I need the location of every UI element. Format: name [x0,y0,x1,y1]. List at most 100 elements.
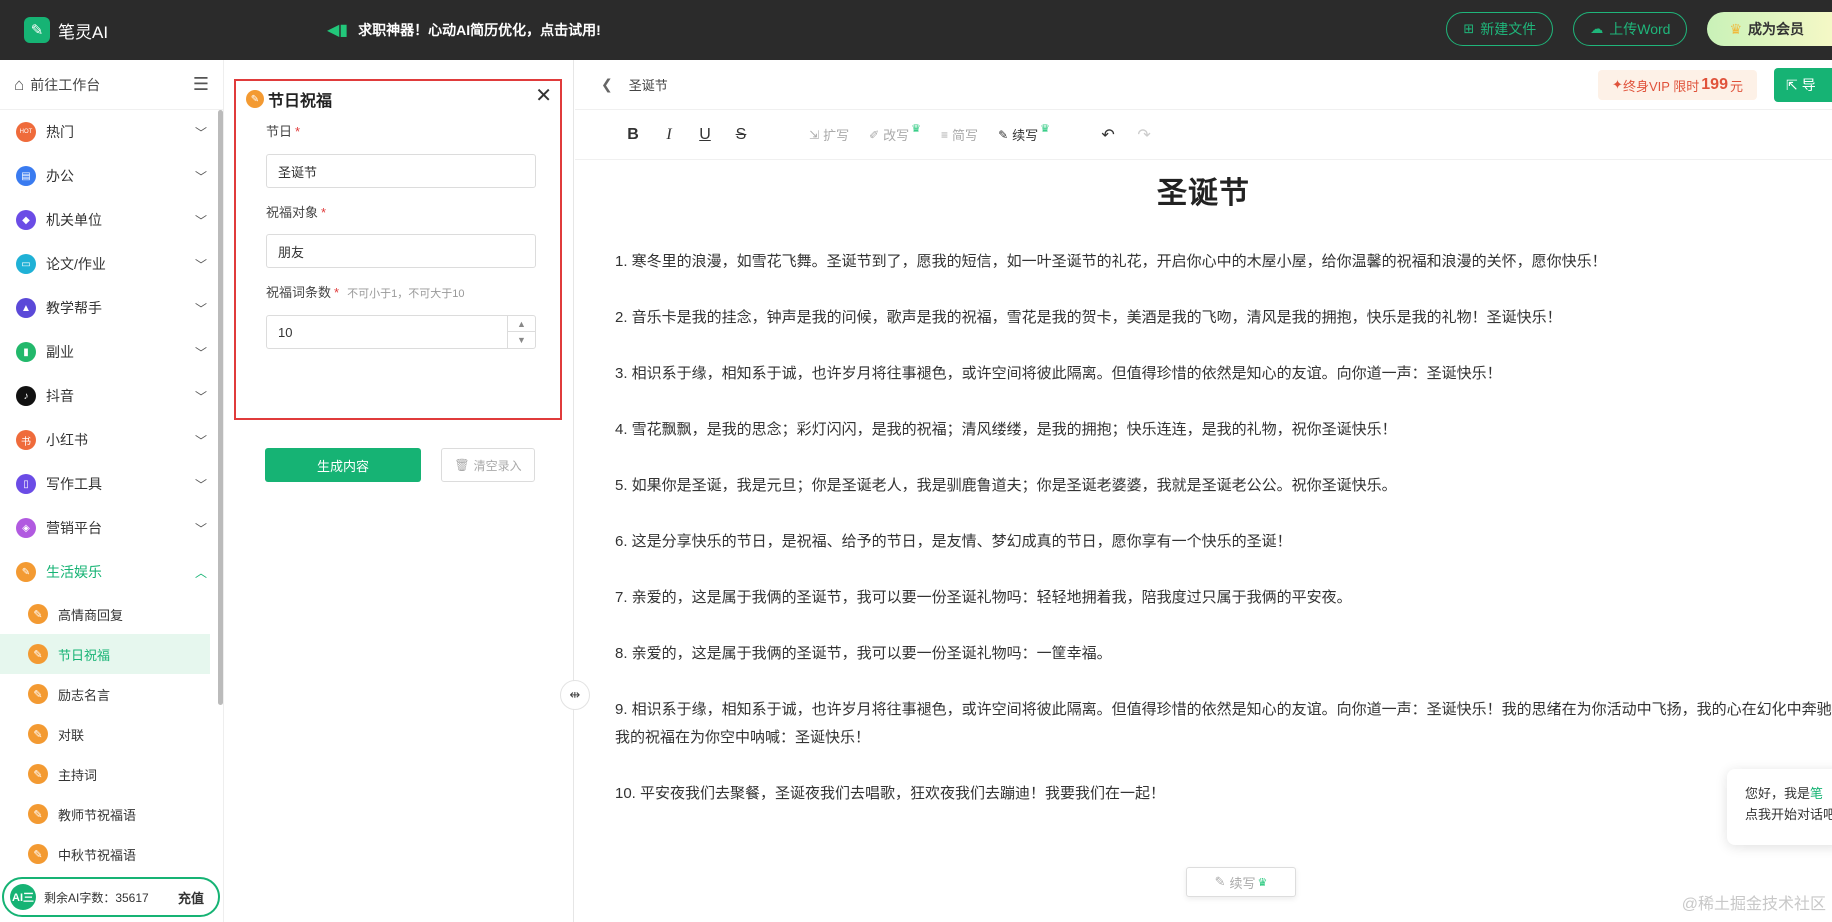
document-body[interactable]: 1. 寒冬里的浪漫，如雪花飞舞。圣诞节到了，愿我的短信，如一叶圣诞节的礼花，开启… [575,248,1832,808]
sidebar-subitem[interactable]: ✎ 教师节祝福语 [0,794,210,834]
sidebar-item-label: 机关单位 [46,212,102,228]
panel-resize-handle[interactable]: ⇹ [560,680,590,710]
close-icon[interactable]: ✕ [535,83,552,108]
sidebar-subitem[interactable]: ✎ 励志名言 [0,674,210,714]
document-heading[interactable]: 圣诞节 [575,168,1832,212]
document-title[interactable]: 圣诞节 [629,75,668,94]
sidebar-item[interactable]: ♪ 抖音 ﹀ [0,374,223,418]
generate-button[interactable]: 生成内容 [265,448,421,482]
sidebar-item-label: 生活娱乐 [46,564,102,580]
sidebar-item-label: 论文/作业 [46,256,106,272]
graduation-cap-icon: ▲ [16,298,36,318]
continue-tool[interactable]: ✎ 续写 ♛ [998,123,1050,144]
sidebar-item[interactable]: ▮ 副业 ﹀ [0,330,223,374]
target-input[interactable]: 朋友 [266,234,536,268]
chevron-down-icon[interactable]: ▼ [508,332,535,348]
expand-tool[interactable]: ⇲ 扩写 [809,125,849,144]
sidebar-subitem-label: 高情商回复 [58,607,124,623]
logo-icon: ✎ [24,17,50,43]
paper-icon: ▭ [16,254,36,274]
sidebar-subitem-label: 教师节祝福语 [58,807,137,823]
underline-icon[interactable]: U [687,126,723,144]
sidebar-item[interactable]: ◆ 机关单位 ﹀ [0,198,223,242]
pen-icon: ✎ [28,684,48,704]
pen-icon: ✎ [28,804,48,824]
pen-icon: ✎ [28,724,48,744]
document-paragraph: 6. 这是分享快乐的节日，是祝福、给予的节日，是友情、梦幻成真的节日，愿你享有一… [615,533,1292,550]
export-button[interactable]: ⇱ 导 [1774,68,1832,102]
festival-input[interactable]: 圣诞节 [266,154,536,188]
chevron-down-icon: ﹀ [194,125,207,140]
vip-offer-badge[interactable]: ✦ 终身VIP 限时 199 元 [1598,70,1757,100]
expand-icon: ⇲ [809,127,820,142]
italic-icon[interactable]: I [651,126,687,144]
sidebar-item[interactable]: ◈ 营销平台 ﹀ [0,506,223,550]
go-to-workspace-link[interactable]: 前往工作台 [30,75,193,95]
sidebar-scrollbar[interactable] [218,110,223,705]
tag-icon: ◈ [16,518,36,538]
back-arrow-icon[interactable]: ❮ [601,76,613,93]
redo-icon[interactable]: ↷ [1126,125,1162,145]
xiaohongshu-icon: 书 [16,430,36,450]
chevron-down-icon: ﹀ [194,257,207,272]
collapse-menu-icon[interactable]: ☰ [193,74,209,95]
logo[interactable]: ✎ 笔灵AI [24,17,304,43]
count-stepper[interactable]: 10 ▲ ▼ [266,315,536,349]
sidebar-item[interactable]: ▭ 论文/作业 ﹀ [0,242,223,286]
sidebar-subitem[interactable]: ✎ 节日祝福 [0,634,210,674]
crown-icon: ♛ [1257,876,1268,889]
chevron-down-icon: ﹀ [194,433,207,448]
chevron-down-icon: ﹀ [194,169,207,184]
sidebar-item[interactable]: ✎ 生活娱乐 ︿ [0,550,223,594]
strikethrough-icon[interactable]: S [723,126,759,144]
sidebar-nav: HOT 热门 ﹀ ▤ 办公 ﹀ ◆ 机关单位 ﹀ ▭ 论文/作业 ﹀ ▲ 教学帮手 ﹀ ▮ 副业 ﹀ ♪ 抖音 ﹀ 书小红… [0,110,223,874]
promo-banner[interactable]: ◀▮ 求职神器！心动AI简历优化，点击试用! [327,20,601,40]
sidebar-item-label: 抖音 [46,388,74,404]
pen-icon: ✎ [246,90,264,108]
sidebar-subitem[interactable]: ✎ 中秋节祝福语 [0,834,210,874]
sidebar-item[interactable]: 书小红书 ﹀ [0,418,223,462]
sidebar-subitem-label: 主持词 [58,767,98,783]
chevron-down-icon: ﹀ [194,389,207,404]
clear-input-button[interactable]: 🗑 清空录入 [441,448,535,482]
become-member-button[interactable]: ♛ 成为会员 [1707,12,1832,46]
new-file-button[interactable]: ⊞ 新建文件 [1446,12,1554,46]
sidebar-header: ⌂ 前往工作台 ☰ [0,60,223,110]
sidebar-subitem[interactable]: ✎ 主持词 [0,754,210,794]
sidebar-item[interactable]: ▲ 教学帮手 ﹀ [0,286,223,330]
life-icon: ✎ [16,562,36,582]
promo-text: 求职神器！心动AI简历优化，点击试用! [358,22,601,38]
editor: ❮ 圣诞节 ✦ 终身VIP 限时 199 元 ⇱ 导 B I U S ⇲ 扩写 … [575,60,1832,922]
sidebar-item-label: 写作工具 [46,476,102,492]
sidebar-item[interactable]: HOT 热门 ﹀ [0,110,223,154]
pen-icon: ✎ [28,604,48,624]
recharge-button[interactable]: 充值 [178,888,204,907]
sidebar-subitem[interactable]: ✎ 对联 [0,714,210,754]
upload-word-button[interactable]: ☁ 上传Word [1573,12,1688,46]
simplify-tool[interactable]: ≡ 简写 [941,125,978,144]
festival-form: ✎ 节日祝福 ✕ 节日 * 圣诞节 祝福对象 * 朋友 祝福词条数 * 不可小于1，不可… [234,79,562,420]
chevron-up-icon[interactable]: ▲ [508,316,535,332]
top-bar: ✎ 笔灵AI ◀▮ 求职神器！心动AI简历优化，点击试用! ⊞ 新建文件 ☁ 上… [0,0,1832,60]
floating-continue-button[interactable]: ✎ 续写 ♛ [1186,867,1296,897]
logo-text: 笔灵AI [58,22,109,42]
ai-quota-icon: AI三 [10,884,36,910]
target-label: 祝福对象 * [266,205,327,220]
rewrite-tool[interactable]: ✐ 改写 ♛ [869,123,921,144]
document-paragraph: 3. 相识系于缘，相知系于诚，也许岁月将往事褪色，或许空间将彼此隔离。但值得珍惜… [615,365,1502,382]
chevron-up-icon: ︿ [194,565,207,580]
sidebar-item[interactable]: ▯ 写作工具 ﹀ [0,462,223,506]
chevron-down-icon: ﹀ [194,521,207,536]
megaphone-icon: ◀▮ [327,22,349,39]
sidebar-subitem[interactable]: ✎ 高情商回复 [0,594,210,634]
export-icon: ⇱ [1786,76,1798,93]
sidebar-item-label: 热门 [46,124,74,140]
sidebar-subitem-label: 对联 [58,727,85,743]
bold-icon[interactable]: B [615,126,651,144]
sidebar-item[interactable]: ▤ 办公 ﹀ [0,154,223,198]
home-icon[interactable]: ⌂ [14,75,24,95]
sidebar-subitem-label: 励志名言 [58,687,111,703]
editor-header: ❮ 圣诞节 ✦ 终身VIP 限时 199 元 ⇱ 导 [575,60,1832,110]
undo-icon[interactable]: ↶ [1090,125,1126,145]
assistant-chat-bubble[interactable]: 您好，我是笔 点我开始对话吧 [1727,769,1832,845]
